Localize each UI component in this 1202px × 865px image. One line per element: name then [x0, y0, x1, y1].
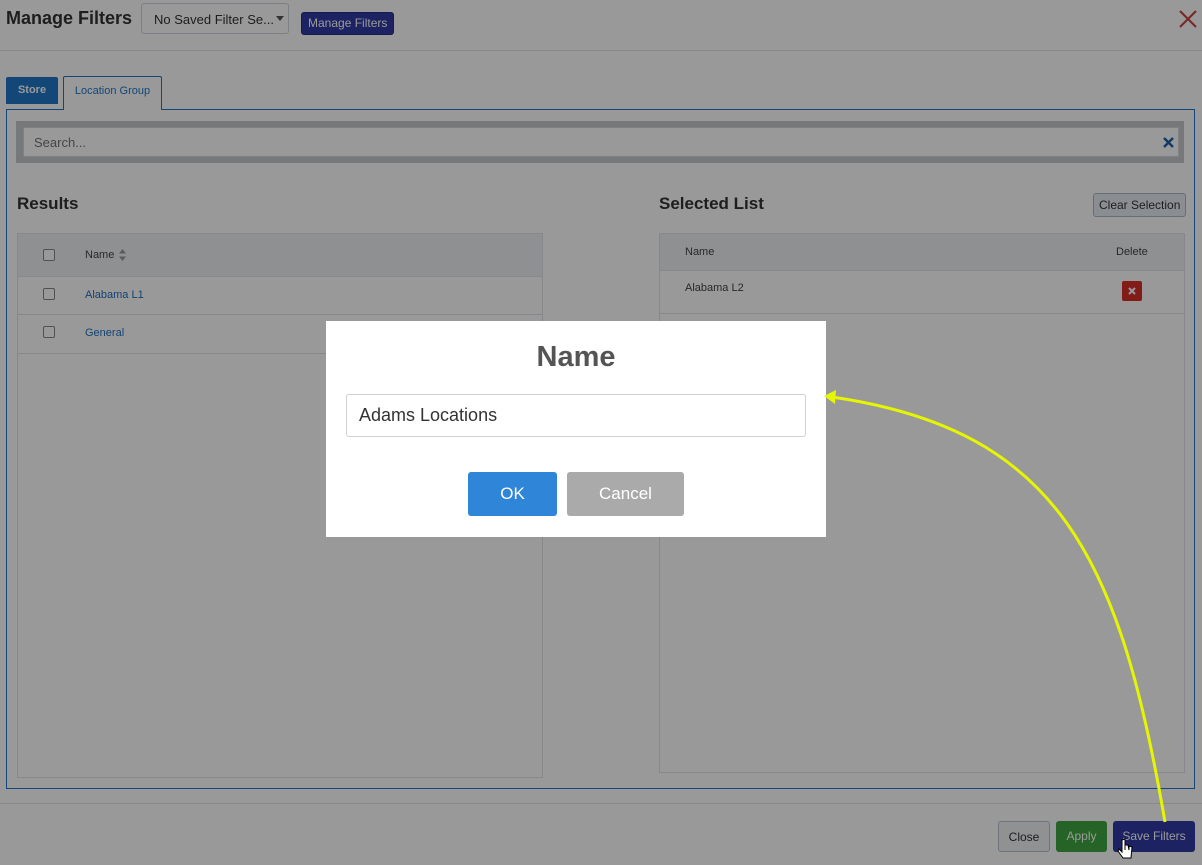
filter-name-input[interactable] [346, 394, 806, 437]
dialog-title: Name [536, 341, 616, 373]
name-dialog: Name OK Cancel [326, 321, 826, 537]
cancel-button[interactable]: Cancel [567, 472, 684, 516]
ok-button[interactable]: OK [468, 472, 557, 516]
